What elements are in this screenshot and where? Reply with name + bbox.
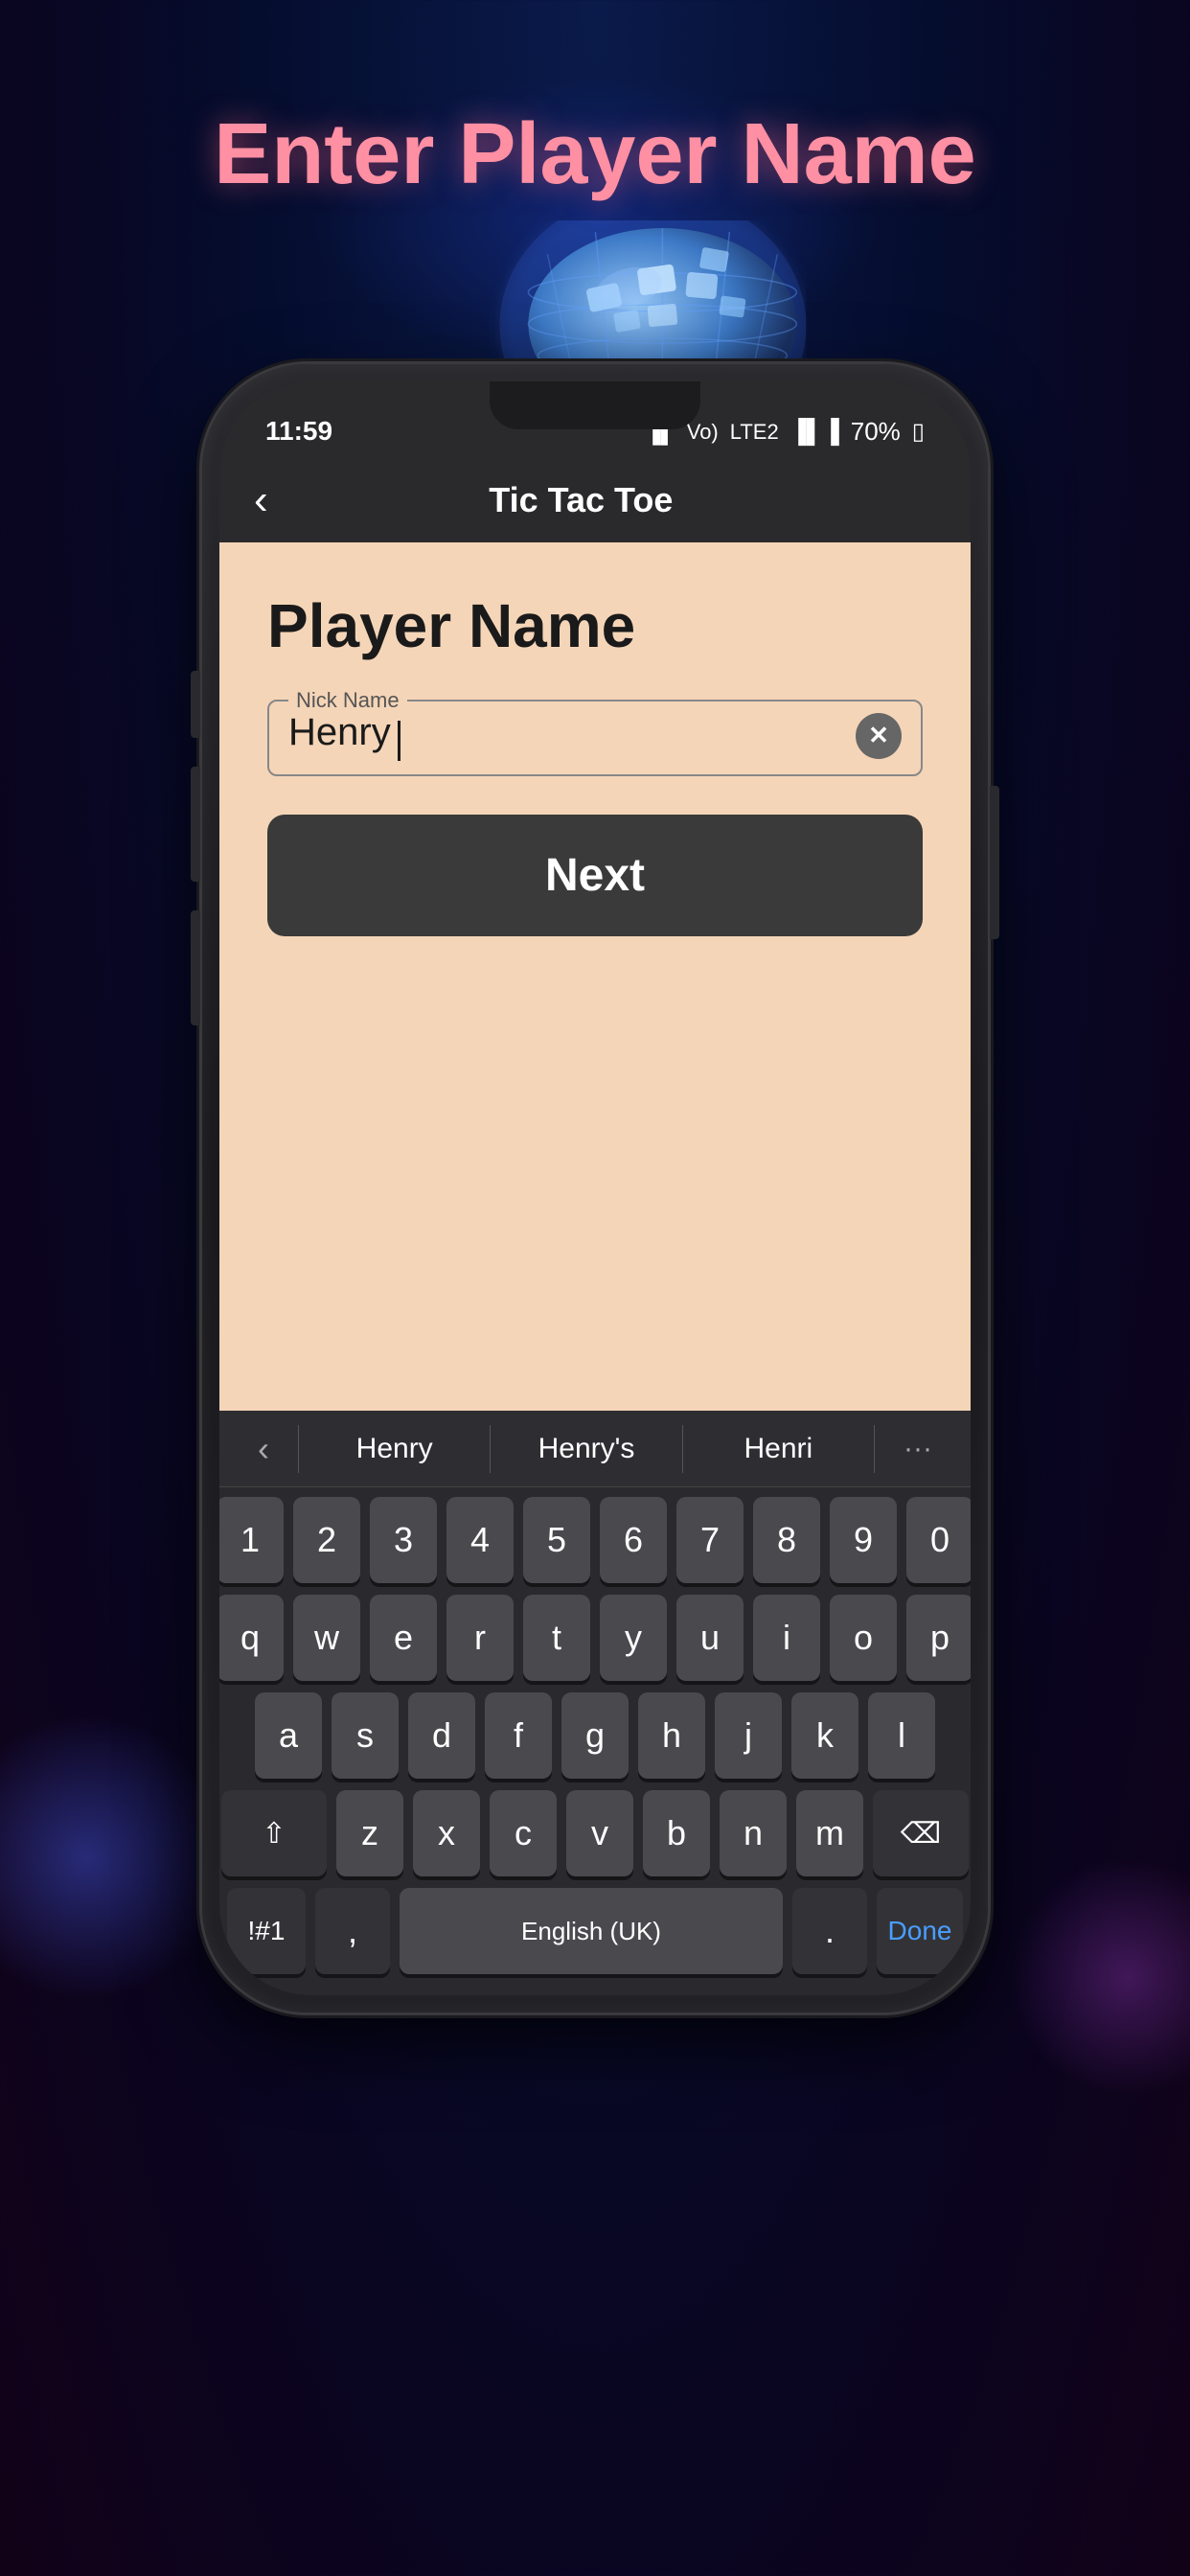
text-cursor: [398, 721, 400, 761]
number-row: 1 2 3 4 5 6 7 8 9 0: [227, 1497, 963, 1583]
key-d[interactable]: d: [408, 1692, 475, 1779]
key-u[interactable]: u: [676, 1595, 744, 1681]
key-t[interactable]: t: [523, 1595, 590, 1681]
key-q[interactable]: q: [219, 1595, 284, 1681]
autocomplete-bar: ‹ Henry Henry's Henri ···: [219, 1411, 971, 1487]
key-a[interactable]: a: [255, 1692, 322, 1779]
key-h[interactable]: h: [638, 1692, 705, 1779]
key-j[interactable]: j: [715, 1692, 782, 1779]
shift-key[interactable]: ⇧: [221, 1790, 327, 1876]
key-e[interactable]: e: [370, 1595, 437, 1681]
nickname-text: Henry: [288, 711, 391, 753]
navigation-bar: ‹ Tic Tac Toe: [219, 458, 971, 542]
bg-glow-left: [0, 1714, 230, 2001]
key-9[interactable]: 9: [830, 1497, 897, 1583]
key-f[interactable]: f: [485, 1692, 552, 1779]
qwerty-row: q w e r t y u i o p: [227, 1595, 963, 1681]
key-c[interactable]: c: [490, 1790, 557, 1876]
key-w[interactable]: w: [293, 1595, 360, 1681]
key-m[interactable]: m: [796, 1790, 863, 1876]
key-o[interactable]: o: [830, 1595, 897, 1681]
power-button: [990, 786, 999, 939]
wifi-signal-icon: ▐▌▐: [790, 419, 839, 446]
volume-up-button: [191, 671, 200, 738]
key-g[interactable]: g: [561, 1692, 629, 1779]
nickname-input-wrapper[interactable]: Nick Name Henry: [267, 700, 923, 776]
nav-title: Tic Tac Toe: [268, 480, 894, 520]
status-time: 11:59: [265, 416, 332, 447]
key-r[interactable]: r: [446, 1595, 514, 1681]
key-v[interactable]: v: [566, 1790, 633, 1876]
back-button[interactable]: ‹: [254, 479, 268, 521]
phone-device: 11:59 ▐▌ Vo) LTE2 ▐▌▐ 70% ▯ ‹ Tic Tac To…: [202, 364, 988, 2012]
clear-input-button[interactable]: [856, 713, 902, 759]
key-8[interactable]: 8: [753, 1497, 820, 1583]
autocomplete-back-arrow[interactable]: ‹: [239, 1429, 288, 1469]
key-2[interactable]: 2: [293, 1497, 360, 1583]
divider-1: [298, 1425, 299, 1473]
space-key[interactable]: English (UK): [400, 1888, 783, 1974]
nickname-value-display: Henry: [288, 711, 400, 761]
next-button[interactable]: Next: [267, 815, 923, 936]
phone-screen: 11:59 ▐▌ Vo) LTE2 ▐▌▐ 70% ▯ ‹ Tic Tac To…: [219, 381, 971, 1995]
key-i[interactable]: i: [753, 1595, 820, 1681]
key-n[interactable]: n: [720, 1790, 787, 1876]
key-p[interactable]: p: [906, 1595, 971, 1681]
key-x[interactable]: x: [413, 1790, 480, 1876]
key-5[interactable]: 5: [523, 1497, 590, 1583]
key-b[interactable]: b: [643, 1790, 710, 1876]
comma-key[interactable]: ,: [315, 1888, 390, 1974]
key-k[interactable]: k: [791, 1692, 858, 1779]
asdf-row: a s d f g h j k l: [227, 1692, 963, 1779]
key-y[interactable]: y: [600, 1595, 667, 1681]
key-7[interactable]: 7: [676, 1497, 744, 1583]
keyboard-rows: 1 2 3 4 5 6 7 8 9 0 q w: [219, 1487, 971, 1995]
signal-label: Vo): [687, 420, 719, 445]
silent-switch: [191, 910, 200, 1025]
page-title-container: Enter Player Name: [214, 105, 975, 204]
key-l[interactable]: l: [868, 1692, 935, 1779]
volume-down-button: [191, 767, 200, 882]
more-suggestions-button[interactable]: ···: [884, 1433, 951, 1465]
suggestion-1[interactable]: Henry: [309, 1433, 480, 1465]
lte-label: LTE2: [730, 420, 779, 445]
key-4[interactable]: 4: [446, 1497, 514, 1583]
backspace-key[interactable]: ⌫: [873, 1790, 969, 1876]
key-z[interactable]: z: [336, 1790, 403, 1876]
input-field-row: Henry: [288, 711, 902, 761]
key-6[interactable]: 6: [600, 1497, 667, 1583]
suggestion-2[interactable]: Henry's: [500, 1433, 672, 1465]
keyboard: ‹ Henry Henry's Henri ··· 1 2: [219, 1411, 971, 1995]
key-s[interactable]: s: [332, 1692, 399, 1779]
bg-glow-right: [1008, 1857, 1190, 2097]
battery-icon: ▯: [912, 418, 925, 446]
nickname-label: Nick Name: [288, 688, 407, 713]
content-area: Player Name Nick Name Henry Next: [219, 542, 971, 1411]
bottom-row: !#1 , English (UK) . Done: [227, 1888, 963, 1990]
symbol-key[interactable]: !#1: [227, 1888, 306, 1974]
divider-2: [490, 1425, 491, 1473]
suggestion-3[interactable]: Henri: [693, 1433, 864, 1465]
key-0[interactable]: 0: [906, 1497, 971, 1583]
page-title: Enter Player Name: [214, 105, 975, 204]
phone-notch: [490, 381, 700, 429]
done-key[interactable]: Done: [877, 1888, 963, 1974]
key-3[interactable]: 3: [370, 1497, 437, 1583]
divider-4: [874, 1425, 875, 1473]
period-key[interactable]: .: [792, 1888, 867, 1974]
phone-frame: 11:59 ▐▌ Vo) LTE2 ▐▌▐ 70% ▯ ‹ Tic Tac To…: [202, 364, 988, 2012]
battery-indicator: 70%: [851, 417, 901, 447]
key-1[interactable]: 1: [219, 1497, 284, 1583]
zxcv-row: ⇧ z x c v b n m ⌫: [227, 1790, 963, 1876]
section-title: Player Name: [267, 590, 923, 661]
divider-3: [682, 1425, 683, 1473]
